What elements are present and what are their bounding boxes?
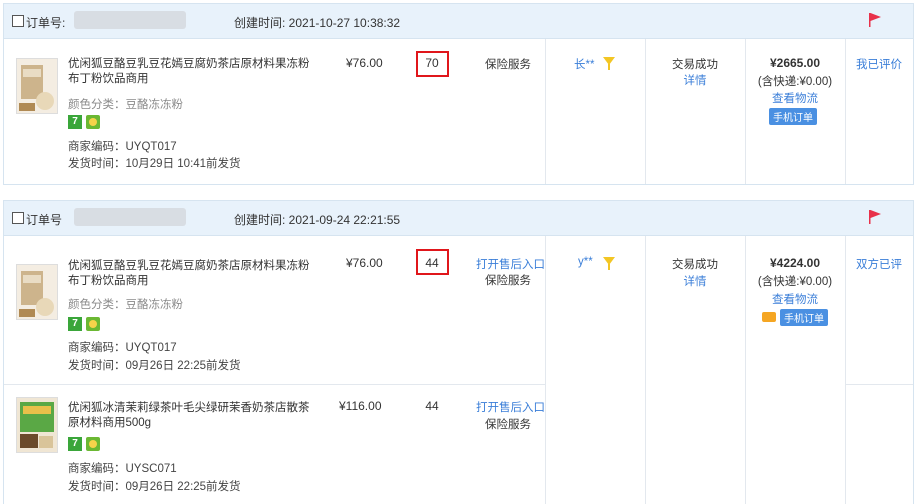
shipping-fee: (含快递:¥0.00) bbox=[757, 276, 833, 288]
order-total: ¥2665.00 bbox=[769, 56, 821, 70]
filter-icon[interactable] bbox=[603, 57, 615, 70]
product-title[interactable]: 优闲狐豆酪豆乳豆花嫣豆腐奶茶店原材料果冻粉布丁粉饮品商用 bbox=[68, 259, 316, 289]
seven-day-return-icon: 7 bbox=[68, 317, 82, 331]
seven-day-return-icon: 7 bbox=[68, 115, 82, 129]
flag-icon[interactable] bbox=[868, 12, 882, 28]
order-card: 订单号: 创建时间: 2021-10-27 10:38:32 优闲狐豆酪豆乳豆花… bbox=[3, 3, 914, 185]
shipping-fee: (含快递:¥0.00) bbox=[757, 76, 833, 88]
product-color: 颜色分类：豆酪冻冻粉 bbox=[68, 299, 183, 311]
order-number-redacted bbox=[74, 11, 186, 29]
open-after-sales-link[interactable]: 打开售后入口 bbox=[476, 399, 545, 415]
mobile-order-tag: 手机订单 bbox=[769, 108, 817, 125]
view-logistics-link[interactable]: 查看物流 bbox=[745, 90, 845, 106]
insurance-service: 保险服务 bbox=[485, 59, 531, 71]
order-number-redacted bbox=[74, 208, 186, 226]
detail-link[interactable]: 详情 bbox=[645, 72, 745, 88]
order-number-label: 订单号: bbox=[26, 16, 66, 30]
order-checkbox[interactable] bbox=[12, 15, 24, 27]
created-time: 创建时间: 2021-09-24 22:21:55 bbox=[234, 213, 401, 227]
trade-status: 交易成功 bbox=[672, 259, 718, 271]
unit-price: ¥116.00 bbox=[339, 399, 382, 413]
item-divider bbox=[845, 384, 913, 385]
buyer-name[interactable]: 长** bbox=[574, 56, 594, 72]
order-header: 订单号: 创建时间: 2021-10-27 10:38:32 bbox=[4, 4, 913, 39]
flag-icon[interactable] bbox=[868, 209, 882, 225]
mobile-order-tag: 手机订单 bbox=[780, 309, 828, 326]
seven-day-return-icon: 7 bbox=[68, 437, 82, 451]
order-number-label: 订单号 bbox=[26, 213, 63, 227]
ship-time: 发货时间：10月29日 10:41前发货 bbox=[68, 158, 241, 170]
guarantee-icon bbox=[86, 317, 100, 331]
ship-time: 发货时间：09月26日 22:25前发货 bbox=[68, 481, 241, 493]
column-divider bbox=[545, 39, 546, 184]
order-checkbox[interactable] bbox=[12, 212, 24, 224]
filter-icon[interactable] bbox=[603, 257, 615, 270]
insurance-service: 保险服务 bbox=[485, 275, 531, 287]
ship-time: 发货时间：09月26日 22:25前发货 bbox=[68, 360, 241, 372]
quantity: 70 bbox=[425, 56, 439, 70]
payment-card-icon bbox=[762, 312, 776, 322]
open-after-sales-link[interactable]: 打开售后入口 bbox=[476, 256, 545, 272]
merchant-code: 商家编码：UYSC071 bbox=[68, 463, 177, 475]
insurance-service: 保险服务 bbox=[485, 419, 531, 431]
guarantee-icon bbox=[86, 115, 100, 129]
merchant-code: 商家编码：UYQT017 bbox=[68, 342, 177, 354]
product-title[interactable]: 优闲狐冰清茉莉绿茶叶毛尖绿研茉香奶茶店散茶原材料商用500g bbox=[68, 401, 316, 431]
column-divider bbox=[545, 236, 546, 504]
item-divider bbox=[4, 384, 545, 385]
detail-link[interactable]: 详情 bbox=[645, 273, 745, 289]
column-divider bbox=[845, 236, 846, 504]
product-color: 颜色分类：豆酪冻冻粉 bbox=[68, 99, 183, 111]
unit-price: ¥76.00 bbox=[346, 56, 383, 70]
buyer-name[interactable]: y** bbox=[578, 256, 593, 268]
review-status-link[interactable]: 我已评价 bbox=[845, 56, 913, 72]
product-thumbnail[interactable] bbox=[16, 264, 58, 320]
product-title[interactable]: 优闲狐豆酪豆乳豆花嫣豆腐奶茶店原材料果冻粉布丁粉饮品商用 bbox=[68, 57, 316, 87]
guarantee-icon bbox=[86, 437, 100, 451]
quantity: 44 bbox=[425, 256, 439, 270]
order-card: 订单号 创建时间: 2021-09-24 22:21:55 优闲狐豆酪豆乳豆花嫣… bbox=[3, 200, 914, 504]
order-total: ¥4224.00 bbox=[769, 256, 821, 270]
merchant-code: 商家编码：UYQT017 bbox=[68, 141, 177, 153]
unit-price: ¥76.00 bbox=[346, 256, 383, 270]
review-status-link[interactable]: 双方已评 bbox=[845, 256, 913, 272]
product-thumbnail[interactable] bbox=[16, 397, 58, 453]
order-header: 订单号 创建时间: 2021-09-24 22:21:55 bbox=[4, 201, 913, 236]
view-logistics-link[interactable]: 查看物流 bbox=[745, 291, 845, 307]
quantity: 44 bbox=[425, 399, 439, 413]
trade-status: 交易成功 bbox=[672, 59, 718, 71]
created-time: 创建时间: 2021-10-27 10:38:32 bbox=[234, 16, 401, 30]
product-thumbnail[interactable] bbox=[16, 58, 58, 114]
